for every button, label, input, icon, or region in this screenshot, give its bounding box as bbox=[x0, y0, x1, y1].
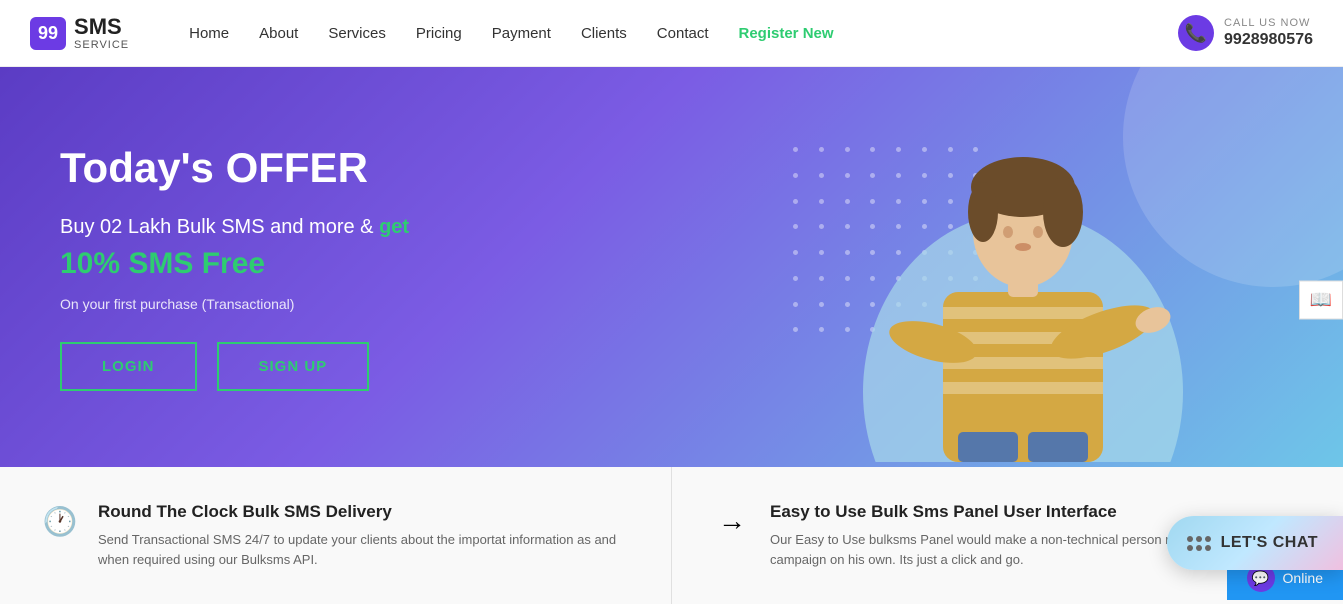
hero-dot bbox=[845, 327, 850, 332]
logo-service: SERVICE bbox=[74, 39, 129, 51]
nav-item-pricing[interactable]: Pricing bbox=[416, 25, 462, 42]
hero-line1: Buy 02 Lakh Bulk SMS and more & bbox=[60, 216, 379, 238]
hero-content: Today's OFFER Buy 02 Lakh Bulk SMS and m… bbox=[60, 144, 409, 391]
hero-dot bbox=[793, 224, 798, 229]
hero-dot bbox=[819, 199, 824, 204]
hero-dot bbox=[845, 173, 850, 178]
hero-dot bbox=[793, 250, 798, 255]
hero-highlight: get bbox=[379, 216, 409, 238]
feature-icon-1: → bbox=[712, 505, 752, 537]
logo-text: SMS SERVICE bbox=[74, 15, 129, 51]
header: 99 SMS SERVICE Home About Services Pricing P… bbox=[0, 0, 1343, 67]
call-label: CALL US NOW bbox=[1224, 17, 1313, 30]
nav-item-home[interactable]: Home bbox=[189, 25, 229, 42]
sidebar-book-icon[interactable]: 📖 bbox=[1299, 281, 1343, 320]
hero-dot bbox=[793, 199, 798, 204]
chat-dot bbox=[1187, 545, 1193, 551]
hero-dot bbox=[819, 173, 824, 178]
call-number: 9928980576 bbox=[1224, 30, 1313, 49]
hero-dot bbox=[819, 302, 824, 307]
nav-item-register-new[interactable]: Register New bbox=[739, 25, 834, 42]
sidebar-icon-bar: 📖 bbox=[1299, 281, 1343, 320]
hero-dot bbox=[819, 224, 824, 229]
online-text: Online bbox=[1283, 570, 1323, 586]
nav-item-about[interactable]: About bbox=[259, 25, 298, 42]
chat-dot bbox=[1205, 536, 1211, 542]
hero-image bbox=[853, 72, 1193, 467]
hero-dot bbox=[819, 147, 824, 152]
chat-dot bbox=[1196, 536, 1202, 542]
hero-dot bbox=[845, 147, 850, 152]
hero-subtitle: Buy 02 Lakh Bulk SMS and more & get bbox=[60, 212, 409, 242]
chat-widget[interactable]: LET'S CHAT bbox=[1167, 516, 1343, 570]
hero-dot bbox=[793, 276, 798, 281]
logo[interactable]: 99 SMS SERVICE bbox=[30, 15, 129, 51]
logo-badge: 99 bbox=[30, 17, 66, 50]
feature-desc-0: Send Transactional SMS 24/7 to update yo… bbox=[98, 530, 631, 569]
call-text: CALL US NOW 9928980576 bbox=[1224, 17, 1313, 49]
hero-dot bbox=[845, 199, 850, 204]
chat-label: LET'S CHAT bbox=[1221, 534, 1318, 552]
chat-dot bbox=[1187, 536, 1193, 542]
chat-bubble[interactable]: LET'S CHAT bbox=[1167, 516, 1343, 570]
phone-icon: 📞 bbox=[1178, 15, 1214, 51]
features-section: 🕐 Round The Clock Bulk SMS Delivery Send… bbox=[0, 467, 1343, 604]
hero-note: On your first purchase (Transactional) bbox=[60, 296, 409, 312]
hero-person-svg bbox=[853, 72, 1193, 462]
hero-dot bbox=[793, 327, 798, 332]
call-area: 📞 CALL US NOW 9928980576 bbox=[1178, 15, 1313, 51]
chat-dot bbox=[1196, 545, 1202, 551]
chat-dots-icon bbox=[1187, 536, 1211, 551]
hero-dot bbox=[845, 276, 850, 281]
hero-buttons: LOGIN SIGN UP bbox=[60, 342, 409, 391]
feature-title-0: Round The Clock Bulk SMS Delivery bbox=[98, 502, 631, 522]
nav-item-clients[interactable]: Clients bbox=[581, 25, 627, 42]
nav-item-services[interactable]: Services bbox=[328, 25, 386, 42]
login-button[interactable]: LOGIN bbox=[60, 342, 197, 391]
hero-dot bbox=[819, 276, 824, 281]
nav-item-contact[interactable]: Contact bbox=[657, 25, 709, 42]
chat-dot bbox=[1205, 545, 1211, 551]
hero-dot bbox=[819, 327, 824, 332]
hero-dot bbox=[845, 302, 850, 307]
hero-dot bbox=[793, 302, 798, 307]
feature-item-0: 🕐 Round The Clock Bulk SMS Delivery Send… bbox=[0, 467, 672, 604]
hero-dot bbox=[793, 147, 798, 152]
nav: Home About Services Pricing Payment Clients Co… bbox=[189, 25, 1178, 42]
hero-dot bbox=[845, 224, 850, 229]
hero-free: 10% SMS Free bbox=[60, 247, 409, 281]
hero-section: Today's OFFER Buy 02 Lakh Bulk SMS and m… bbox=[0, 67, 1343, 467]
signup-button[interactable]: SIGN UP bbox=[217, 342, 370, 391]
logo-sms: SMS bbox=[74, 15, 129, 39]
feature-icon-0: 🕐 bbox=[40, 505, 80, 538]
hero-title: Today's OFFER bbox=[60, 144, 409, 192]
nav-item-payment[interactable]: Payment bbox=[492, 25, 551, 42]
feature-text-0: Round The Clock Bulk SMS Delivery Send T… bbox=[98, 502, 631, 569]
hero-dot bbox=[819, 250, 824, 255]
hero-dot bbox=[793, 173, 798, 178]
hero-dot bbox=[845, 250, 850, 255]
